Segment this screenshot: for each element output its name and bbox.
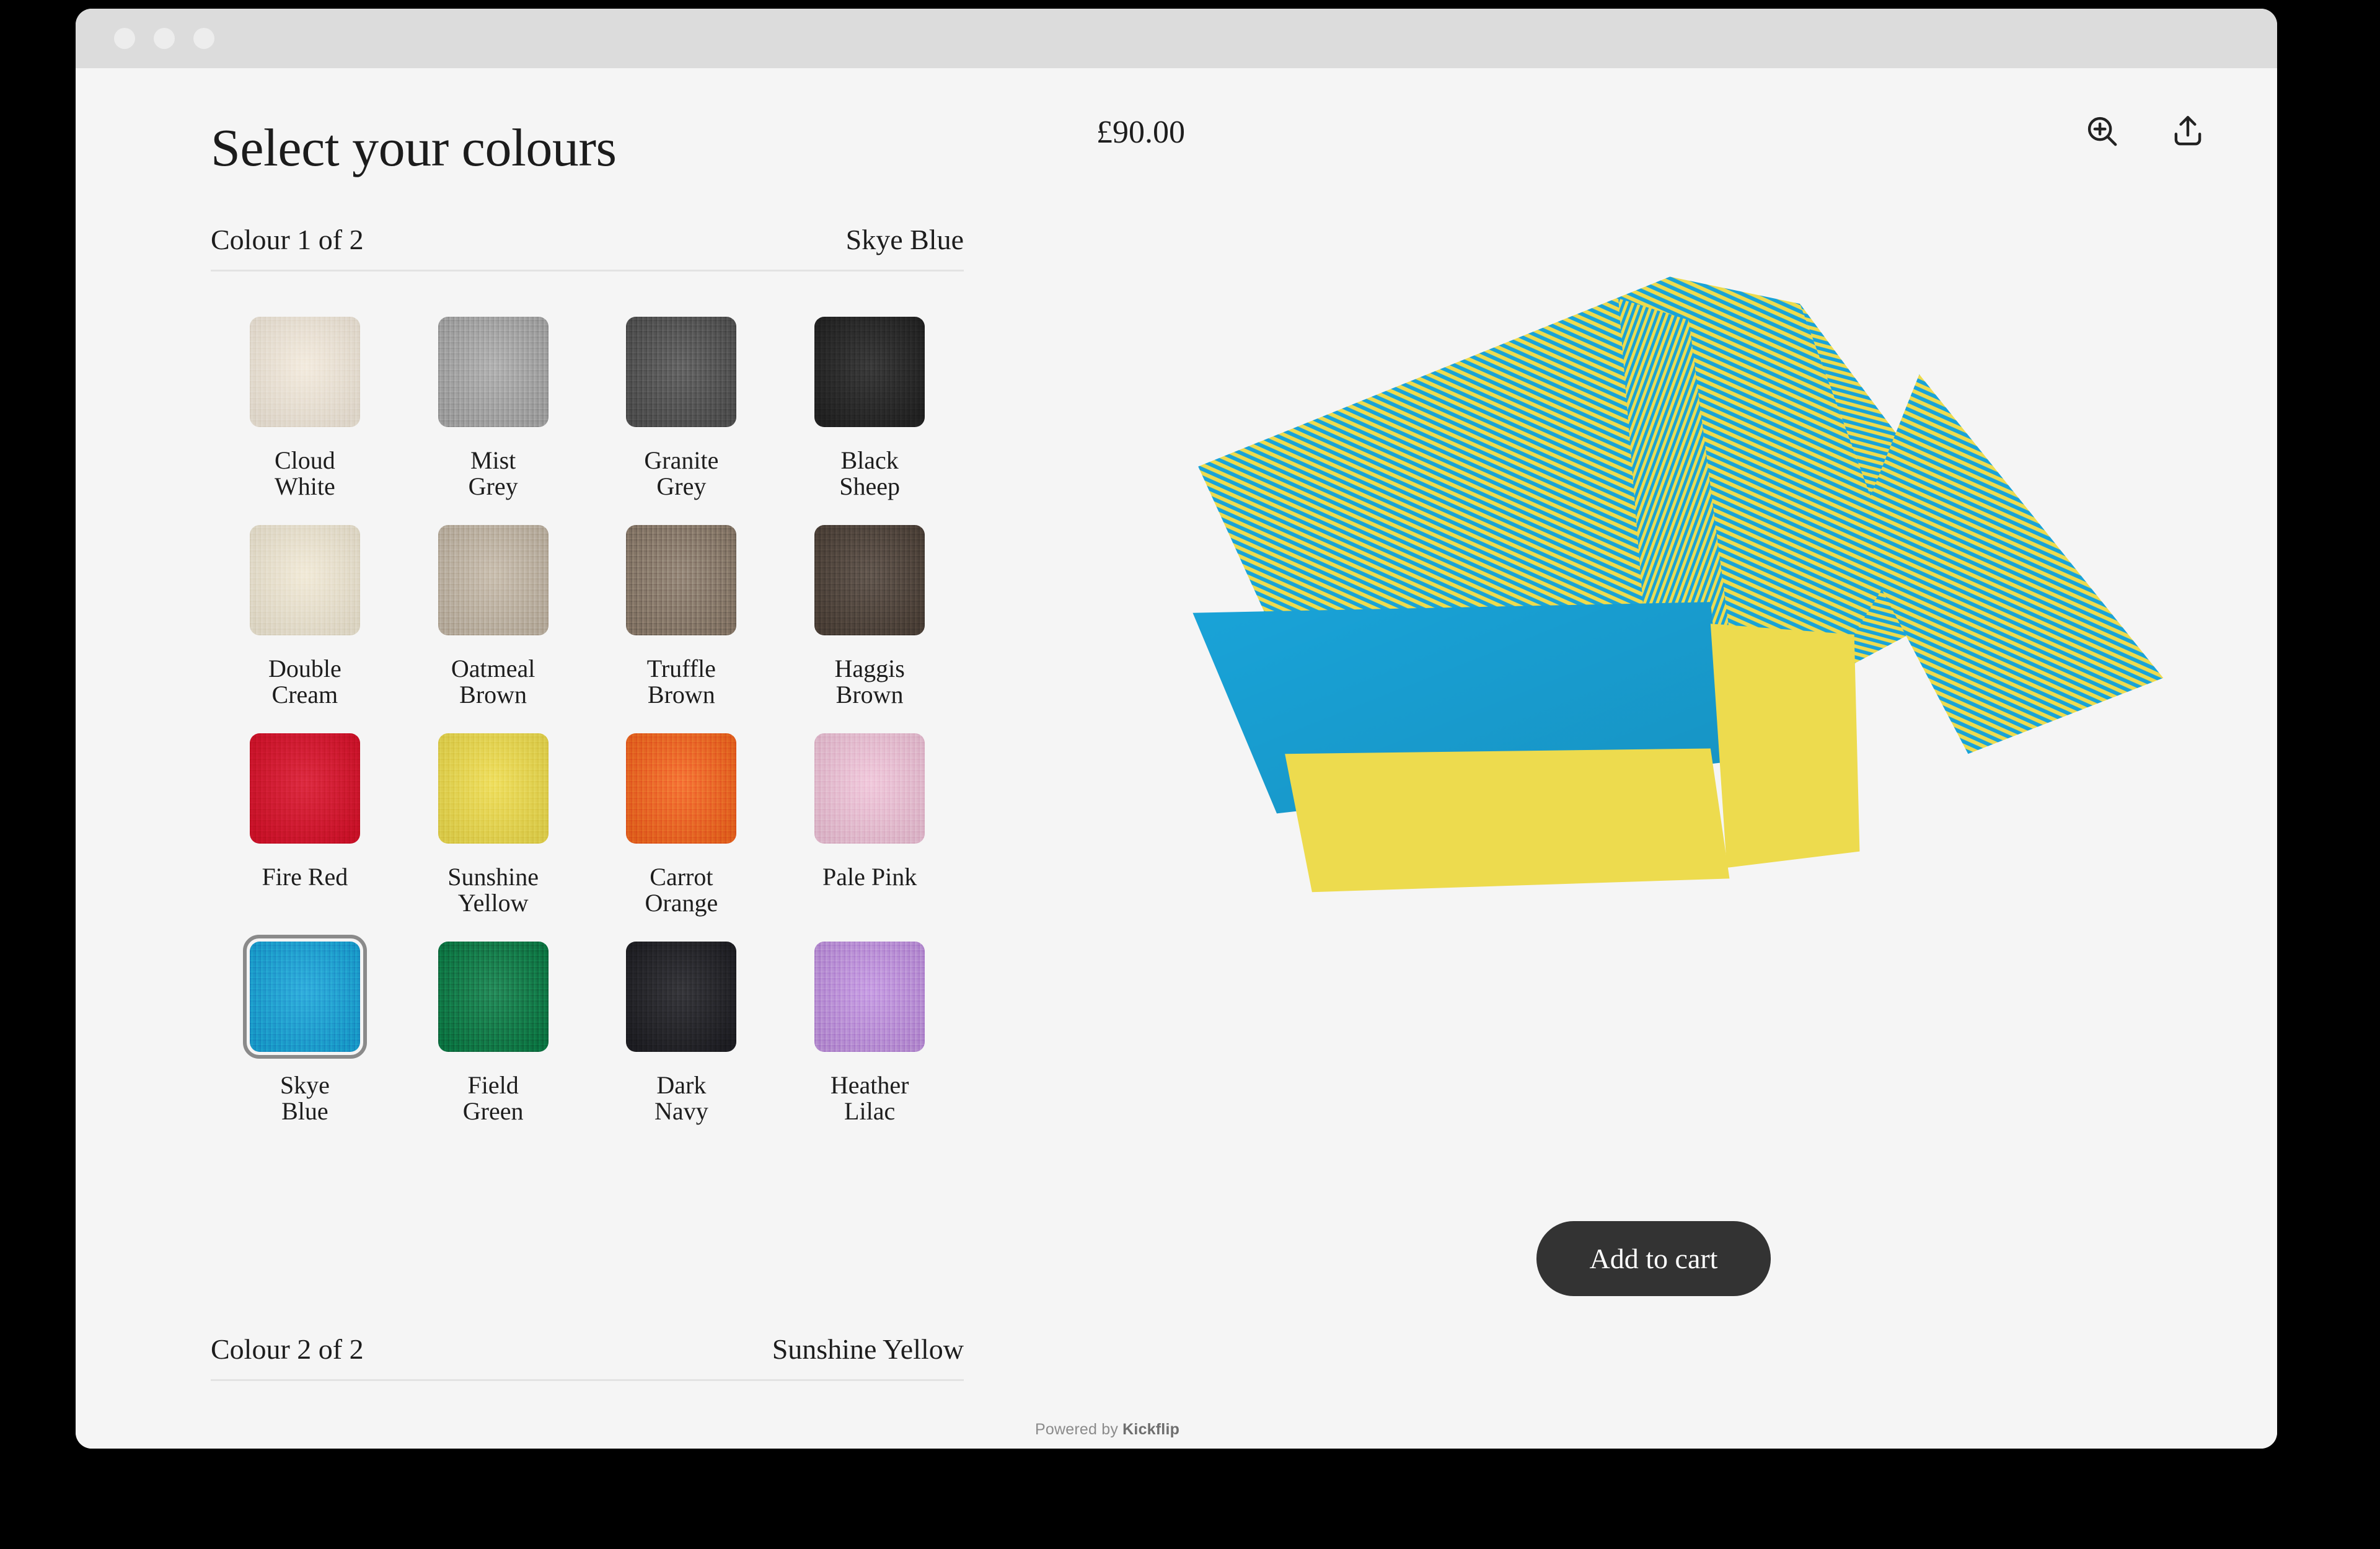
window-titlebar <box>76 9 2277 68</box>
app-body: Select your colours Colour 1 of 2 Skye B… <box>76 68 2277 1449</box>
scarf-wing-right <box>1854 374 2164 754</box>
swatch-colour-chip <box>814 525 925 635</box>
swatch-colour-chip <box>250 733 360 844</box>
app-window: Select your colours Colour 1 of 2 Skye B… <box>76 9 2277 1449</box>
swatch-label: Carrot Orange <box>645 864 718 916</box>
swatch-colour-chip <box>250 525 360 635</box>
close-icon[interactable] <box>114 28 135 49</box>
swatch-black-sheep[interactable]: Black Sheep <box>775 310 964 518</box>
swatch-label: Dark Navy <box>654 1072 708 1124</box>
add-to-cart-button[interactable]: Add to cart <box>1536 1221 1771 1296</box>
swatch-label: Double Cream <box>268 656 342 708</box>
swatch-oatmeal-brown[interactable]: Oatmeal Brown <box>399 518 588 726</box>
swatch-frame <box>243 310 367 434</box>
swatch-carrot-orange[interactable]: Carrot Orange <box>588 726 776 935</box>
powered-by-prefix: Powered by <box>1035 1421 1122 1438</box>
swatch-frame <box>431 310 555 434</box>
swatch-label: Haggis Brown <box>834 656 904 708</box>
swatch-colour-chip <box>626 525 736 635</box>
swatch-label: Fire Red <box>262 864 348 890</box>
swatch-frame <box>619 726 743 850</box>
swatch-mist-grey[interactable]: Mist Grey <box>399 310 588 518</box>
swatch-colour-chip <box>438 733 549 844</box>
swatch-frame <box>243 518 367 642</box>
swatch-colour-chip <box>438 317 549 427</box>
swatch-label: Truffle Brown <box>647 656 716 708</box>
zoom-in-glyph <box>2083 112 2122 151</box>
swatch-colour-chip <box>626 733 736 844</box>
swatch-truffle-brown[interactable]: Truffle Brown <box>588 518 776 726</box>
scarf-yellow-tail-right <box>1711 624 1860 868</box>
zoom-window-icon[interactable] <box>193 28 214 49</box>
scarf-illustration <box>1030 149 2277 1153</box>
minimize-icon[interactable] <box>154 28 175 49</box>
swatch-fire-red[interactable]: Fire Red <box>211 726 399 935</box>
colour-configurator-panel: Select your colours Colour 1 of 2 Skye B… <box>76 68 1030 1449</box>
swatch-field-green[interactable]: Field Green <box>399 935 588 1143</box>
swatch-sunshine-yellow[interactable]: Sunshine Yellow <box>399 726 588 935</box>
colour-step-1: Colour 1 of 2 Skye Blue Cloud White Mist … <box>211 223 964 1143</box>
swatch-frame <box>808 518 932 642</box>
swatch-colour-chip <box>250 942 360 1052</box>
swatch-colour-chip <box>438 525 549 635</box>
swatch-heather-lilac[interactable]: Heather Lilac <box>775 935 964 1143</box>
swatch-colour-chip <box>814 317 925 427</box>
product-price: £90.00 <box>1096 114 1185 151</box>
swatch-haggis-brown[interactable]: Haggis Brown <box>775 518 964 726</box>
product-image[interactable] <box>1030 149 2277 1153</box>
swatch-frame <box>431 935 555 1059</box>
kickflip-brand: Kickflip <box>1122 1421 1179 1438</box>
swatch-label: Field Green <box>463 1072 524 1124</box>
step-1-header: Colour 1 of 2 Skye Blue <box>211 223 964 271</box>
swatch-skye-blue[interactable]: Skye Blue <box>211 935 399 1143</box>
scarf-yellow-tail <box>1285 748 1729 892</box>
swatch-frame <box>431 518 555 642</box>
swatch-label: Black Sheep <box>839 448 900 500</box>
swatch-label: Oatmeal Brown <box>451 656 536 708</box>
swatch-frame <box>243 726 367 850</box>
swatch-cloud-white[interactable]: Cloud White <box>211 310 399 518</box>
swatch-label: Skye Blue <box>280 1072 330 1124</box>
step-1-value: Skye Blue <box>846 223 964 256</box>
share-glyph <box>2169 112 2207 151</box>
product-preview-panel: £90.00 <box>1030 68 2277 1449</box>
step-2-value: Sunshine Yellow <box>772 1333 964 1366</box>
swatch-frame <box>431 726 555 850</box>
page-title: Select your colours <box>211 117 616 179</box>
swatch-frame <box>243 935 367 1059</box>
swatch-label: Granite Grey <box>644 448 718 500</box>
swatch-frame <box>619 518 743 642</box>
swatch-label: Cloud White <box>275 448 335 500</box>
step-2-header: Colour 2 of 2 Sunshine Yellow <box>211 1333 964 1381</box>
swatch-frame <box>808 310 932 434</box>
share-icon[interactable] <box>2167 110 2209 152</box>
swatch-colour-chip <box>250 317 360 427</box>
swatch-dark-navy[interactable]: Dark Navy <box>588 935 776 1143</box>
zoom-in-icon[interactable] <box>2081 110 2123 152</box>
swatch-colour-chip <box>814 733 925 844</box>
swatch-frame <box>619 310 743 434</box>
swatch-frame <box>808 726 932 850</box>
cart-row: Add to cart <box>1030 1221 2277 1296</box>
swatch-colour-chip <box>814 942 925 1052</box>
swatch-frame <box>808 935 932 1059</box>
swatch-label: Heather Lilac <box>831 1072 909 1124</box>
powered-by-kickflip[interactable]: Powered by Kickflip <box>1035 1421 1179 1439</box>
swatch-label: Mist Grey <box>469 448 518 500</box>
swatch-granite-grey[interactable]: Granite Grey <box>588 310 776 518</box>
swatch-frame <box>619 935 743 1059</box>
swatch-colour-chip <box>626 942 736 1052</box>
colour-step-2: Colour 2 of 2 Sunshine Yellow <box>211 1333 964 1381</box>
swatch-double-cream[interactable]: Double Cream <box>211 518 399 726</box>
swatch-label: Pale Pink <box>822 864 917 890</box>
step-2-label: Colour 2 of 2 <box>211 1333 364 1366</box>
swatch-pale-pink[interactable]: Pale Pink <box>775 726 964 935</box>
swatch-grid: Cloud White Mist Grey Granite Grey Black Sh… <box>211 310 964 1143</box>
swatch-colour-chip <box>438 942 549 1052</box>
step-1-label: Colour 1 of 2 <box>211 223 364 256</box>
preview-toolbar <box>2081 110 2209 152</box>
swatch-label: Sunshine Yellow <box>447 864 539 916</box>
swatch-colour-chip <box>626 317 736 427</box>
